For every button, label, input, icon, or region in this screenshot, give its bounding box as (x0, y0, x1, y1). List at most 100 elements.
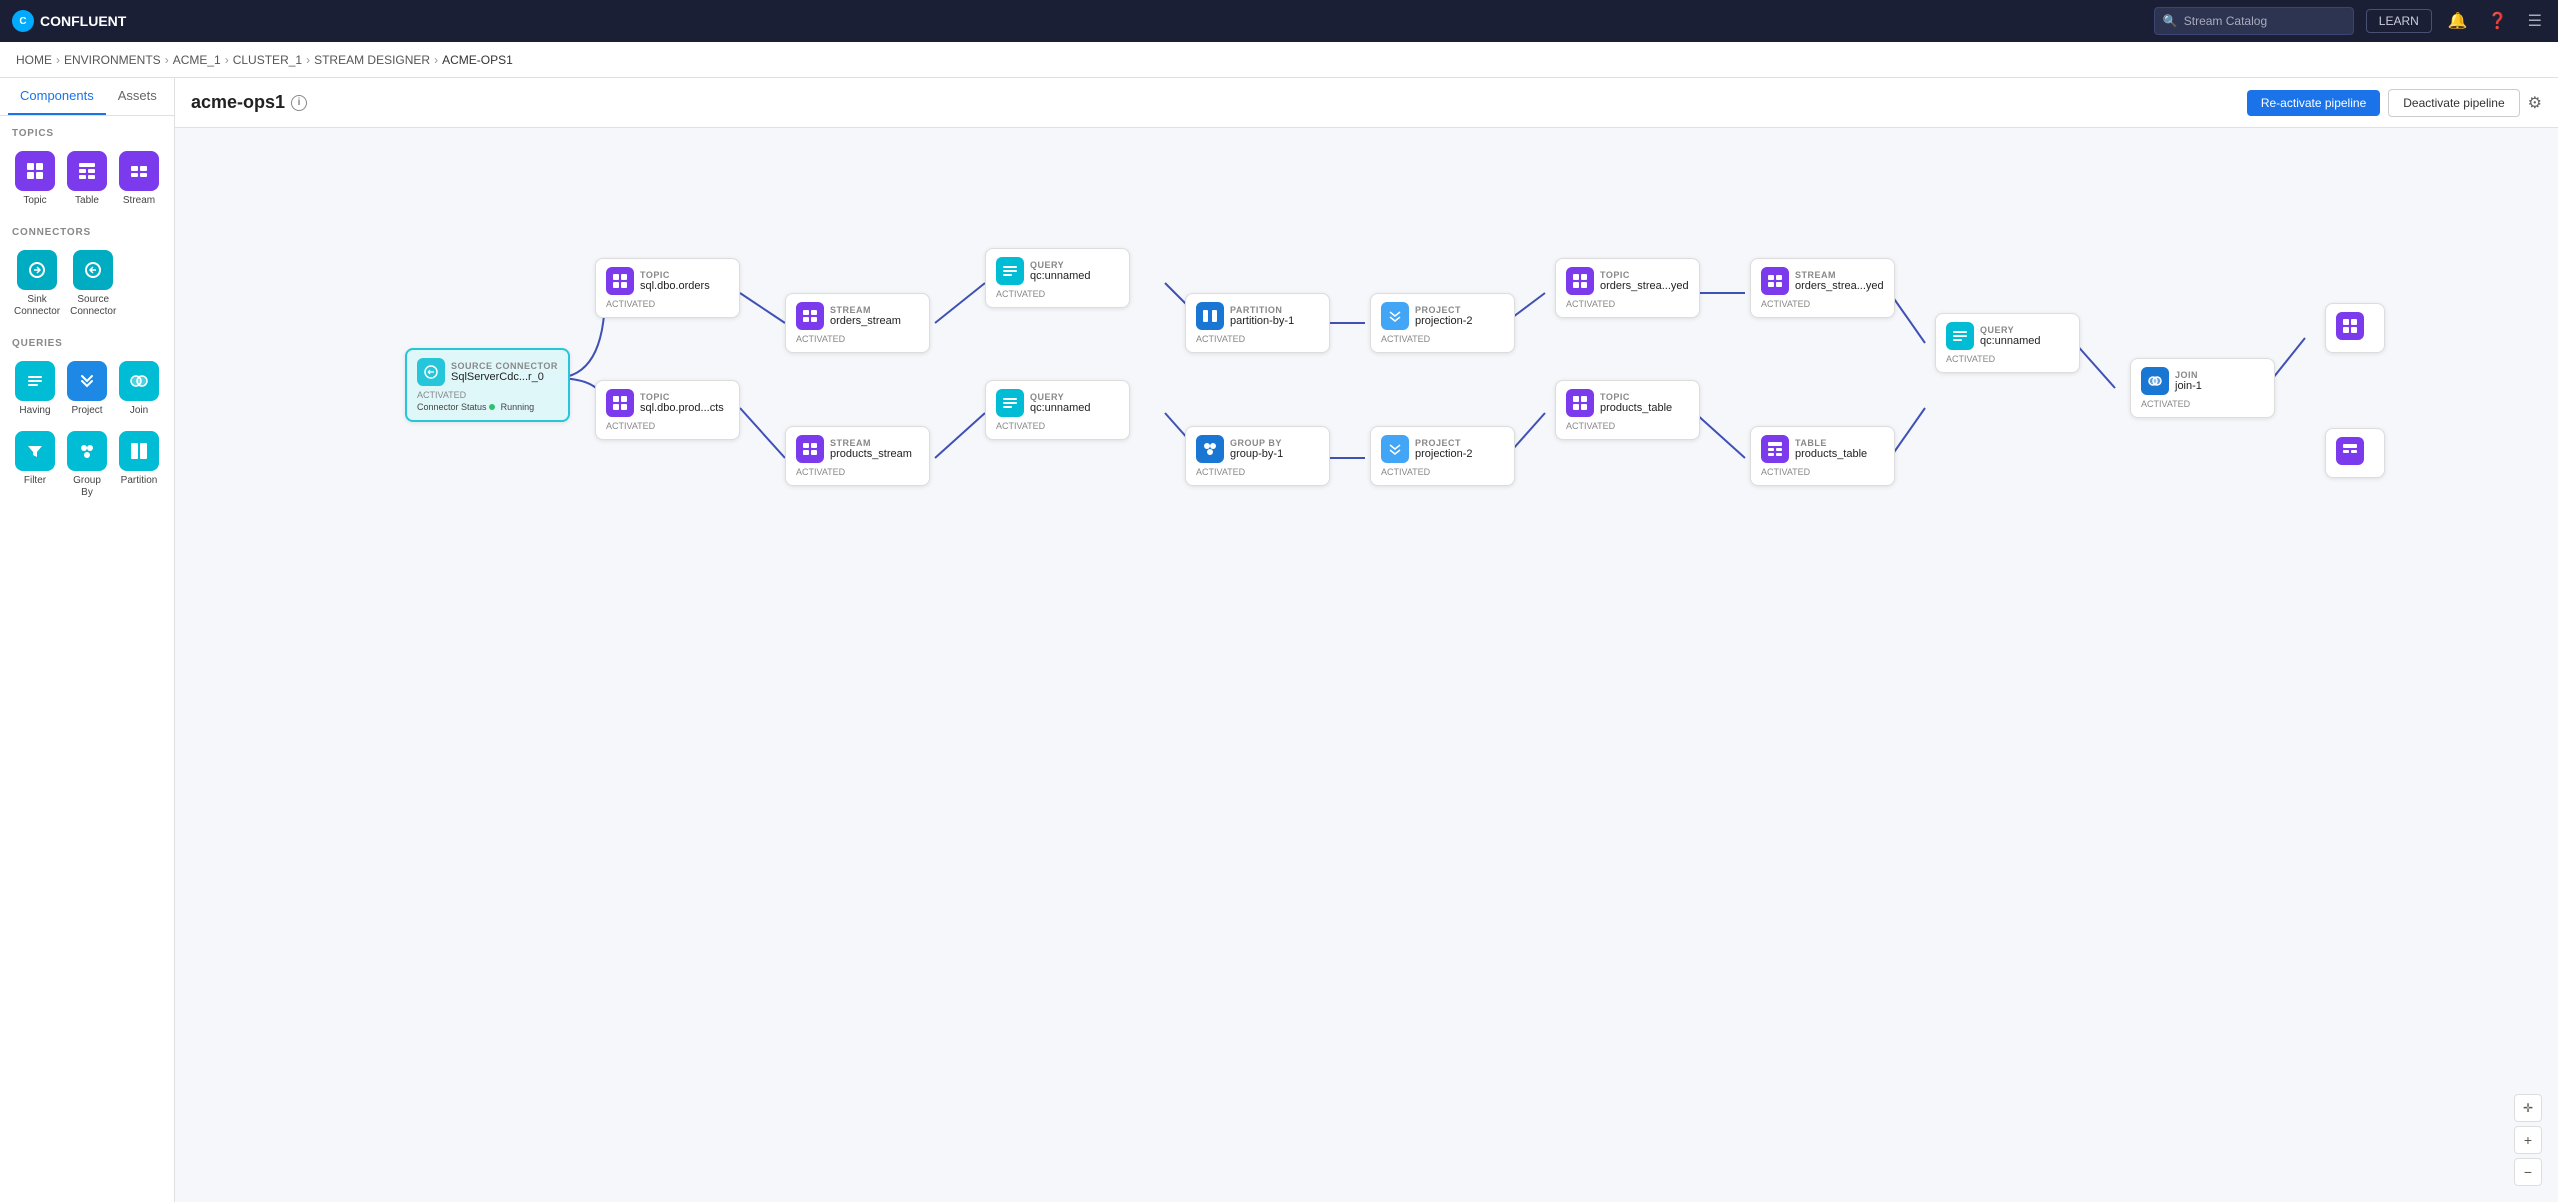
queries-grid: Having Project Join (8, 357, 166, 503)
menu-icon[interactable]: ☰ (2524, 7, 2546, 35)
query-right-node[interactable]: QUERY qc:unnamed ACTIVATED (1935, 313, 2080, 373)
project1-node[interactable]: PROJECT projection-2 ACTIVATED (1370, 293, 1515, 353)
canvas-content[interactable]: SOURCE CONNECTOR SqlServerCdc...r_0 ACTI… (175, 128, 2558, 1202)
source-connector-type: SOURCE CONNECTOR (451, 361, 558, 371)
stream2-node[interactable]: STREAM orders_strea...yed ACTIVATED (1750, 258, 1895, 318)
far-right-node2[interactable] (2325, 428, 2385, 478)
tab-components[interactable]: Components (8, 78, 106, 115)
queries-title: QUERIES (8, 338, 166, 349)
far-right-icon2 (2336, 437, 2364, 465)
breadcrumb-acme1[interactable]: ACME_1 (173, 53, 221, 67)
stream3-status: ACTIVATED (796, 467, 919, 477)
connectors-section: CONNECTORS Sink Connector Source Connect… (0, 215, 174, 326)
breadcrumb-cluster1[interactable]: CLUSTER_1 (233, 53, 302, 67)
logo: C CONFLUENT (12, 10, 126, 32)
sink-connector-label: Sink Connector (14, 294, 60, 318)
group-by-label: Group By (66, 475, 108, 499)
topic4-type: TOPIC (1600, 392, 1672, 402)
topic2-node[interactable]: TOPIC orders_strea...yed ACTIVATED (1555, 258, 1700, 318)
source-connector-icon (73, 250, 113, 290)
project-label: Project (71, 405, 102, 417)
project1-icon (1381, 302, 1409, 330)
having-component[interactable]: Having (12, 357, 58, 421)
help-icon[interactable]: ❓ (2484, 7, 2512, 35)
table-icon (67, 151, 107, 191)
partition1-status: ACTIVATED (1196, 334, 1319, 344)
stream2-status: ACTIVATED (1761, 299, 1884, 309)
group-by-component[interactable]: Group By (64, 427, 110, 503)
query2-node[interactable]: QUERY qc:unnamed ACTIVATED (985, 380, 1130, 440)
topic3-status: ACTIVATED (606, 421, 729, 431)
topic4-node[interactable]: TOPIC products_table ACTIVATED (1555, 380, 1700, 440)
breadcrumb-environments[interactable]: ENVIRONMENTS (64, 53, 161, 67)
project-component[interactable]: Project (64, 357, 110, 421)
project1-type: PROJECT (1415, 305, 1472, 315)
topic1-status: ACTIVATED (606, 299, 729, 309)
project2-node[interactable]: PROJECT projection-2 ACTIVATED (1370, 426, 1515, 486)
topic1-node[interactable]: TOPIC sql.dbo.orders ACTIVATED (595, 258, 740, 318)
connector-status-label: Connector Status (417, 402, 487, 412)
zoom-in-button[interactable]: + (2514, 1126, 2542, 1154)
stream3-node[interactable]: STREAM products_stream ACTIVATED (785, 426, 930, 486)
sink-connector-component[interactable]: Sink Connector (12, 246, 62, 322)
tab-assets[interactable]: Assets (106, 78, 169, 115)
connectors-grid: Sink Connector Source Connector (8, 246, 166, 322)
search-bar[interactable]: 🔍 Stream Catalog (2154, 7, 2354, 35)
canvas-header: acme-ops1 i Re-activate pipeline Deactiv… (175, 78, 2558, 128)
topic1-type: TOPIC (640, 270, 710, 280)
join1-node[interactable]: JOIN join-1 ACTIVATED (2130, 358, 2275, 418)
topic1-icon (606, 267, 634, 295)
query1-name: qc:unnamed (1030, 270, 1091, 282)
stream3-icon (796, 435, 824, 463)
source-connector-node[interactable]: SOURCE CONNECTOR SqlServerCdc...r_0 ACTI… (405, 348, 570, 422)
having-label: Having (19, 405, 50, 417)
query1-node[interactable]: QUERY qc:unnamed ACTIVATED (985, 248, 1130, 308)
zoom-controls: ✛ + − (2514, 1094, 2542, 1186)
join1-name: join-1 (2175, 380, 2202, 392)
far-right-node[interactable] (2325, 303, 2385, 353)
topic4-name: products_table (1600, 402, 1672, 414)
group-by1-type: GROUP BY (1230, 438, 1283, 448)
table-label: Table (75, 195, 99, 207)
topic3-type: TOPIC (640, 392, 724, 402)
canvas-inner: SOURCE CONNECTOR SqlServerCdc...r_0 ACTI… (175, 128, 2375, 1028)
breadcrumb-home[interactable]: HOME (16, 53, 52, 67)
partition-component[interactable]: Partition (116, 427, 162, 503)
query-right-status: ACTIVATED (1946, 354, 2069, 364)
table-component[interactable]: Table (64, 147, 110, 211)
query-right-icon (1946, 322, 1974, 350)
learn-button[interactable]: LEARN (2366, 9, 2432, 33)
table1-node[interactable]: TABLE products_table ACTIVATED (1750, 426, 1895, 486)
stream1-node[interactable]: STREAM orders_stream ACTIVATED (785, 293, 930, 353)
filter-component[interactable]: Filter (12, 427, 58, 503)
topic3-node[interactable]: TOPIC sql.dbo.prod...cts ACTIVATED (595, 380, 740, 440)
info-icon[interactable]: i (291, 95, 307, 111)
sink-connector-icon (17, 250, 57, 290)
topic-component[interactable]: Topic (12, 147, 58, 211)
stream-component[interactable]: Stream (116, 147, 162, 211)
status-dot (489, 404, 495, 410)
breadcrumb-stream-designer[interactable]: STREAM DESIGNER (314, 53, 430, 67)
reactivate-button[interactable]: Re-activate pipeline (2247, 90, 2380, 116)
crosshair-button[interactable]: ✛ (2514, 1094, 2542, 1122)
join-component[interactable]: Join (116, 357, 162, 421)
filter-icon (15, 431, 55, 471)
partition1-node[interactable]: PARTITION partition-by-1 ACTIVATED (1185, 293, 1330, 353)
notifications-icon[interactable]: 🔔 (2444, 7, 2472, 35)
table1-name: products_table (1795, 448, 1867, 460)
top-nav: C CONFLUENT 🔍 Stream Catalog LEARN 🔔 ❓ ☰ (0, 0, 2558, 42)
connectors-title: CONNECTORS (8, 227, 166, 238)
deactivate-button[interactable]: Deactivate pipeline (2388, 89, 2519, 117)
source-connector-component[interactable]: Source Connector (68, 246, 118, 322)
project1-name: projection-2 (1415, 315, 1472, 327)
zoom-out-button[interactable]: − (2514, 1158, 2542, 1186)
project2-status: ACTIVATED (1381, 467, 1504, 477)
query1-status: ACTIVATED (996, 289, 1119, 299)
partition1-icon (1196, 302, 1224, 330)
join1-type: JOIN (2175, 370, 2202, 380)
group-by1-node[interactable]: GROUP BY group-by-1 ACTIVATED (1185, 426, 1330, 486)
query-right-name: qc:unnamed (1980, 335, 2041, 347)
topic2-type: TOPIC (1600, 270, 1689, 280)
query2-icon (996, 389, 1024, 417)
settings-icon[interactable]: ⚙ (2528, 93, 2542, 113)
